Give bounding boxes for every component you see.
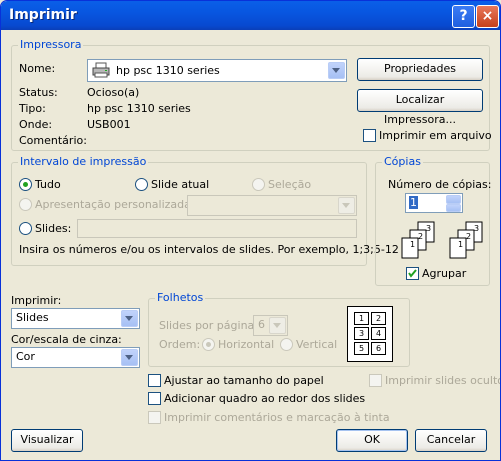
printer-name-label: Nome: — [19, 62, 56, 75]
copy-page-label: 1 — [410, 240, 415, 249]
print-comments-label: Imprimir comentários e marcação à tinta — [164, 411, 390, 424]
printer-type-value: hp psc 1310 series — [87, 102, 191, 115]
check-icon — [408, 269, 417, 278]
properties-button[interactable]: Propriedades — [357, 58, 483, 81]
copy-page-label: 2 — [418, 232, 423, 241]
collate-label: Agrupar — [422, 267, 467, 280]
preview-button[interactable]: Visualizar — [11, 429, 83, 452]
print-to-file-label: Imprimir em arquivo — [379, 129, 492, 142]
order-horizontal-radio[interactable] — [202, 338, 215, 351]
printer-where-label: Onde: — [19, 118, 53, 131]
custom-show-select[interactable] — [187, 195, 357, 216]
fit-to-paper-checkbox[interactable] — [148, 374, 161, 387]
close-button[interactable]: × — [476, 5, 499, 28]
print-what-value: Slides — [16, 311, 49, 324]
spin-down-icon[interactable] — [446, 204, 461, 212]
print-to-file-checkbox[interactable] — [363, 129, 376, 142]
printer-icon — [92, 62, 110, 78]
range-custom-label: Apresentação personalizada: — [35, 198, 195, 211]
handout-slide: 1 — [354, 312, 369, 325]
order-horizontal-label: Horizontal — [218, 338, 275, 351]
slides-range-input[interactable] — [77, 219, 357, 238]
order-label: Ordem: — [159, 338, 201, 351]
printer-type-label: Tipo: — [19, 102, 46, 115]
handout-slide: 6 — [371, 342, 386, 355]
ok-button[interactable]: OK — [336, 429, 408, 452]
printer-status-value: Ocioso(a) — [87, 86, 140, 99]
order-vertical-radio[interactable] — [280, 338, 293, 351]
chevron-down-icon[interactable] — [338, 197, 355, 214]
print-dialog: Imprimir ? × Impressora Nome: hp psc 131… — [0, 0, 501, 461]
range-current-radio[interactable] — [135, 178, 148, 191]
range-slides-label: Slides: — [35, 222, 72, 235]
color-select[interactable]: Cor — [11, 347, 140, 368]
chevron-down-icon[interactable] — [328, 62, 345, 79]
collate-checkbox[interactable] — [406, 267, 419, 280]
handouts-group-label: Folhetos — [155, 291, 206, 304]
handout-slide: 3 — [354, 327, 369, 340]
hidden-slides-checkbox[interactable] — [369, 374, 382, 387]
chevron-down-icon[interactable] — [269, 317, 286, 334]
range-all-radio[interactable] — [19, 178, 32, 191]
copy-page-label: 1 — [458, 240, 463, 249]
copy-page-label: 3 — [426, 224, 431, 233]
dialog-title: Imprimir — [9, 7, 77, 23]
printer-comment-label: Comentário: — [19, 134, 87, 147]
copy-page-label: 3 — [474, 224, 479, 233]
printer-name-select[interactable]: hp psc 1310 series — [87, 59, 347, 82]
chevron-down-icon[interactable] — [121, 310, 138, 327]
range-current-label: Slide atual — [151, 178, 210, 191]
spin-up-icon[interactable] — [446, 195, 461, 204]
range-group-label: Intervalo de impressão — [18, 155, 149, 168]
handout-slide: 5 — [354, 342, 369, 355]
range-custom-radio[interactable] — [19, 198, 32, 211]
frame-slides-label: Adicionar quadro ao redor dos slides — [164, 392, 366, 405]
range-selection-label: Seleção — [268, 178, 312, 191]
copies-group-label: Cópias — [382, 155, 423, 168]
copies-count-label: Número de cópias: — [388, 178, 492, 191]
color-value: Cor — [16, 350, 35, 363]
frame-slides-checkbox[interactable] — [148, 392, 161, 405]
range-all-label: Tudo — [35, 178, 61, 191]
handout-slide: 2 — [371, 312, 386, 325]
fit-to-paper-label: Ajustar ao tamanho do papel — [164, 374, 324, 387]
cancel-button[interactable]: Cancelar — [415, 429, 487, 452]
handout-preview: 1 2 3 4 5 6 — [347, 306, 393, 362]
print-comments-checkbox[interactable] — [148, 411, 161, 424]
hidden-slides-label: Imprimir slides ocultos — [385, 374, 501, 387]
copies-count-value: 1 — [409, 196, 418, 209]
dialog-body: Impressora Nome: hp psc 1310 series Stat… — [4, 30, 500, 457]
printer-name-value: hp psc 1310 series — [116, 64, 220, 77]
per-page-value: 6 — [258, 318, 265, 331]
print-what-label: Imprimir: — [11, 294, 62, 307]
collate-illustration: 3 2 1 3 2 1 — [401, 221, 483, 259]
copies-count-input[interactable]: 1 — [405, 193, 463, 213]
printer-status-label: Status: — [19, 86, 58, 99]
range-selection-radio[interactable] — [252, 178, 265, 191]
find-printer-button[interactable]: Localizar Impressora... — [357, 89, 483, 126]
title-bar: Imprimir ? × — [1, 1, 500, 30]
chevron-down-icon[interactable] — [121, 349, 138, 366]
per-page-select[interactable]: 6 — [253, 315, 288, 336]
copy-page-label: 2 — [466, 232, 471, 241]
range-hint: Insira os números e/ou os intervalos de … — [19, 243, 399, 256]
range-slides-radio[interactable] — [19, 222, 32, 235]
print-what-select[interactable]: Slides — [11, 308, 140, 329]
help-button[interactable]: ? — [452, 5, 475, 28]
handout-slide: 4 — [371, 327, 386, 340]
order-vertical-label: Vertical — [296, 338, 338, 351]
printer-group-label: Impressora — [18, 38, 84, 51]
color-label: Cor/escala de cinza: — [11, 333, 122, 346]
printer-where-value: USB001 — [87, 118, 131, 131]
per-page-label: Slides por página: — [159, 319, 258, 332]
